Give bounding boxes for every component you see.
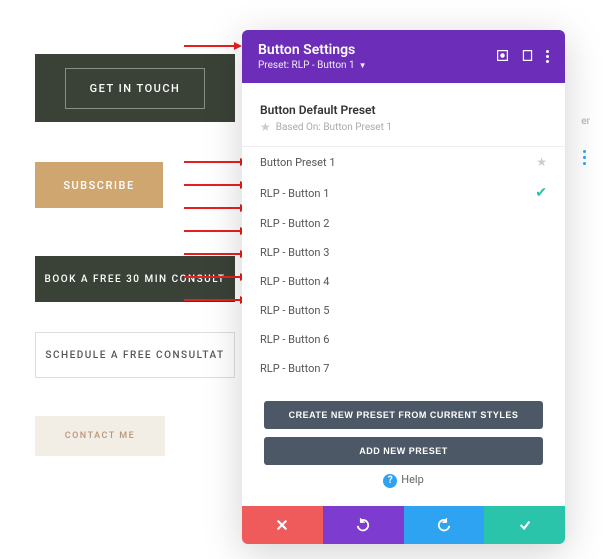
star-icon: ★ [260,120,271,134]
check-icon: ✔ [535,185,547,201]
panel-subtitle-text: Preset: RLP - Button 1 [258,60,355,71]
preset-item[interactable]: RLP - Button 3 [242,238,565,267]
annotation-arrow [184,250,248,258]
redo-button[interactable] [404,506,485,544]
expand-icon[interactable] [496,47,509,66]
chevron-down-icon: ▼ [359,61,367,70]
panel-footer [242,506,565,544]
preset-item[interactable]: RLP - Button 2 [242,209,565,238]
preset-label: Button Preset 1 [260,156,336,169]
preset-item[interactable]: RLP - Button 4 [242,267,565,296]
preview-button-5-label: CONTACT ME [65,431,136,441]
check-icon [518,518,532,532]
help-icon: ? [383,474,397,488]
preset-label: RLP - Button 3 [260,246,329,259]
create-preset-button[interactable]: CREATE NEW PRESET FROM CURRENT STYLES [264,401,543,429]
default-preset-name: Button Default Preset [260,103,392,117]
help-link[interactable]: ? Help [264,473,543,488]
preview-button-2-label: SUBSCRIBE [63,179,134,192]
preset-list: Button Default Preset ★ Based On: Button… [242,83,565,391]
preset-label: RLP - Button 6 [260,333,329,346]
settings-panel: Button Settings Preset: RLP - Button 1 ▼… [242,30,565,544]
annotation-arrow [184,296,248,304]
preset-label: RLP - Button 1 [260,187,329,200]
panel-header-actions [496,47,549,66]
panel-header: Button Settings Preset: RLP - Button 1 ▼ [242,30,565,83]
default-preset-based-on: ★ Based On: Button Preset 1 [260,120,392,134]
preset-item[interactable]: RLP - Button 1 ✔ [242,177,565,209]
annotation-arrow [184,42,242,50]
buttons-preview-column: GET IN TOUCH SUBSCRIBE BOOK A FREE 30 MI… [35,60,235,484]
preview-button-4[interactable]: SCHEDULE A FREE CONSULTAT [35,332,235,378]
panel-title: Button Settings [258,42,367,58]
panel-body: Button Default Preset ★ Based On: Button… [242,83,565,506]
close-icon [275,518,289,532]
preview-button-4-label: SCHEDULE A FREE CONSULTAT [45,350,224,361]
preset-label: RLP - Button 5 [260,304,329,317]
page-icon[interactable] [521,47,534,66]
annotation-arrow [184,158,248,166]
more-icon[interactable] [546,50,549,63]
cancel-button[interactable] [242,506,323,544]
preset-item[interactable]: Button Preset 1 ★ [242,147,565,177]
add-preset-button[interactable]: ADD NEW PRESET [264,437,543,465]
panel-actions: CREATE NEW PRESET FROM CURRENT STYLES AD… [242,391,565,506]
undo-icon [356,518,370,532]
preset-dropdown[interactable]: Preset: RLP - Button 1 ▼ [258,60,367,71]
preview-button-1[interactable]: GET IN TOUCH [35,54,235,122]
preset-label: RLP - Button 7 [260,362,329,375]
preset-label: RLP - Button 2 [260,217,329,230]
annotation-arrow [184,227,248,235]
preview-button-5[interactable]: CONTACT ME [35,416,165,456]
undo-button[interactable] [323,506,404,544]
side-menu-dots-icon[interactable] [583,150,586,168]
preset-item[interactable]: RLP - Button 5 [242,296,565,325]
star-icon[interactable]: ★ [536,155,547,169]
preview-button-2[interactable]: SUBSCRIBE [35,162,163,208]
preset-item[interactable]: RLP - Button 6 [242,325,565,354]
help-label: Help [401,473,424,486]
annotation-arrow [184,204,248,212]
preset-label: RLP - Button 4 [260,275,329,288]
save-button[interactable] [484,506,565,544]
default-preset-item[interactable]: Button Default Preset ★ Based On: Button… [242,91,565,147]
redo-icon [437,518,451,532]
annotation-arrow [184,181,248,189]
annotation-arrow [184,273,248,281]
tab-edge-text: er [581,116,590,127]
preview-button-1-label: GET IN TOUCH [65,68,206,109]
preset-item[interactable]: RLP - Button 7 [242,354,565,383]
